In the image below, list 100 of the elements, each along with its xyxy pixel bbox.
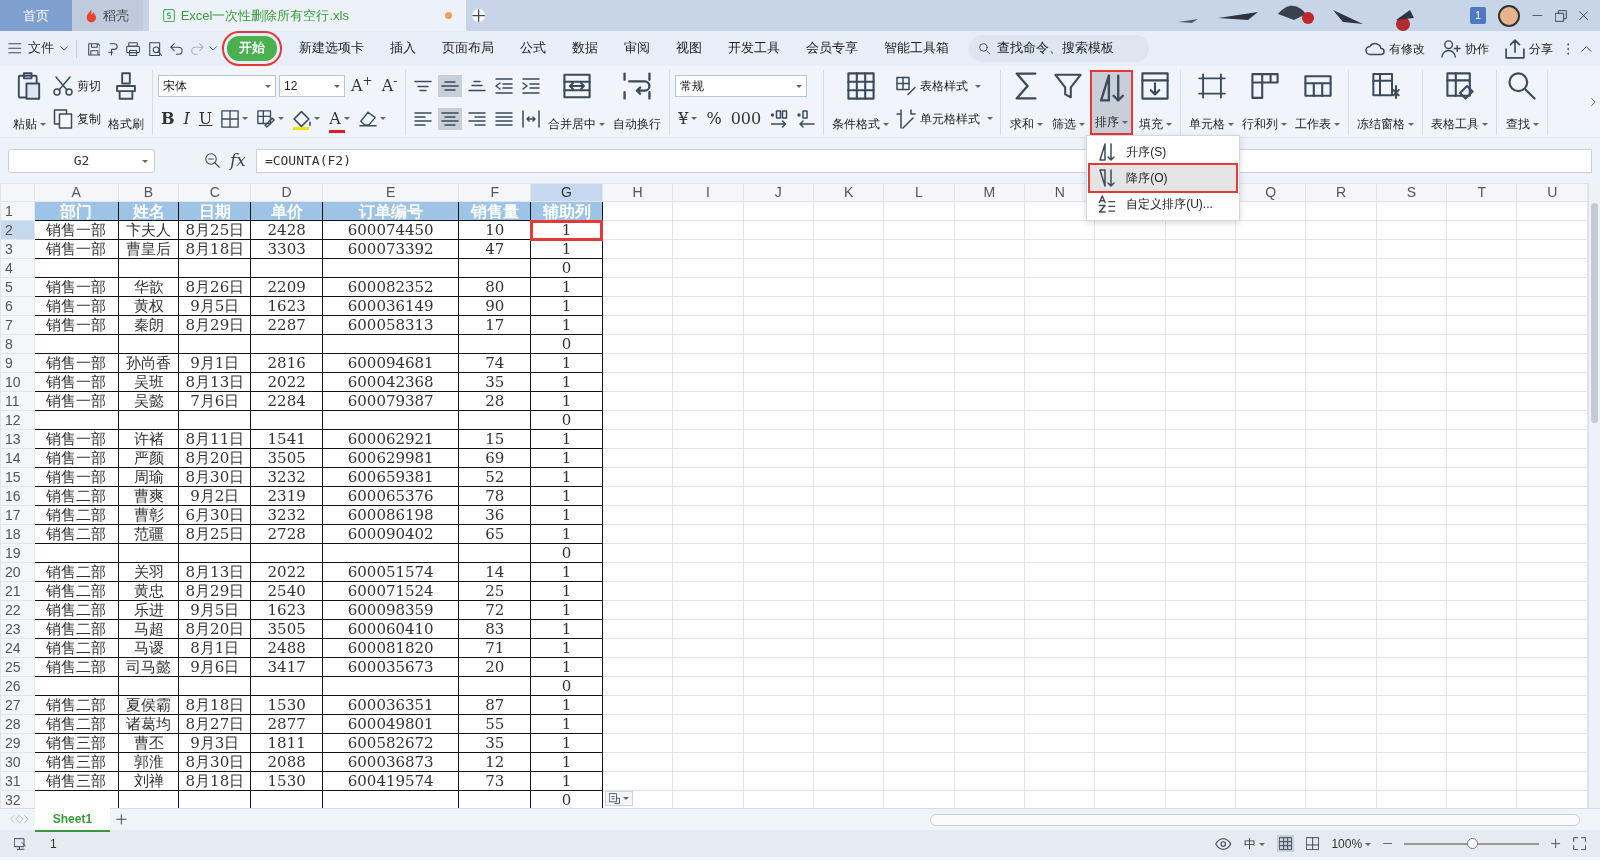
format-button[interactable]: B: [158, 104, 178, 133]
column-header[interactable]: D: [250, 183, 323, 202]
column-header[interactable]: U: [1516, 183, 1588, 202]
table-cell: 8月20日: [178, 619, 251, 639]
dropdown-field[interactable]: 常规: [675, 75, 808, 98]
table-cell: 83: [458, 619, 531, 639]
dropdown-field[interactable]: 宋体: [158, 75, 276, 98]
ribbon-button[interactable]: 单元格: [1186, 70, 1238, 135]
avatar[interactable]: [1498, 4, 1520, 27]
toolbar-button[interactable]: [438, 75, 463, 98]
format-button[interactable]: A$^{+}$: [348, 72, 376, 101]
window-tab[interactable]: 稻壳: [72, 0, 143, 31]
paste-icon: [15, 72, 43, 100]
format-button[interactable]: ¥: [675, 104, 701, 133]
paste-options-button[interactable]: [604, 791, 634, 807]
column-header[interactable]: A: [34, 183, 119, 202]
sheet-tab[interactable]: Sheet1: [34, 807, 111, 832]
ribbon-button[interactable]: 剪切: [51, 73, 103, 100]
normal-view-button[interactable]: [1276, 834, 1295, 853]
format-button[interactable]: A: [326, 104, 353, 133]
table-cell: 8月29日: [178, 581, 251, 601]
column-header[interactable]: L: [883, 183, 955, 202]
column-header[interactable]: F: [458, 183, 531, 202]
file-menu[interactable]: 文件: [27, 39, 54, 58]
table-cell: 1: [530, 353, 603, 373]
table-cell: 600036873: [322, 752, 459, 772]
column-header[interactable]: J: [743, 183, 814, 202]
table-cell: 2284: [250, 391, 323, 411]
ribbon-button[interactable]: 表格样式: [894, 73, 996, 100]
ribbon-button[interactable]: 冻结窗格: [1354, 70, 1418, 135]
dropdown-field[interactable]: 12: [279, 75, 345, 98]
toolbar-button[interactable]: [438, 107, 463, 130]
column-header[interactable]: K: [813, 183, 884, 202]
ribbon-tab[interactable]: 数据: [559, 36, 610, 61]
name-box[interactable]: G2: [8, 148, 155, 173]
ribbon-tab[interactable]: 新建选项卡: [286, 36, 376, 61]
ribbon-button[interactable]: 行和列: [1239, 70, 1291, 135]
table-cell: 3505: [250, 619, 323, 639]
notification-badge[interactable]: 1: [1469, 7, 1486, 24]
ribbon-tab[interactable]: 视图: [663, 36, 714, 61]
ribbon-tab[interactable]: 会员专享: [793, 36, 870, 61]
ribbon-button[interactable]: 排序: [1090, 70, 1134, 135]
ribbon-button[interactable]: 筛选: [1048, 70, 1089, 135]
slider-thumb[interactable]: [1466, 837, 1478, 849]
ribbon-tab[interactable]: 开发工具: [715, 36, 792, 61]
ribbon-button[interactable]: 合并居中: [545, 70, 609, 135]
previous-sheet-icon: [14, 815, 20, 824]
table-cell: 诸葛均: [118, 714, 179, 734]
close-icon: [1578, 10, 1588, 21]
ribbon-button[interactable]: 格式刷: [105, 70, 147, 135]
ribbon-button[interactable]: 复制: [51, 105, 103, 132]
column-header[interactable]: G: [530, 183, 603, 202]
first-sheet-icon: [10, 815, 15, 824]
ribbon-tab[interactable]: 页面布局: [429, 36, 506, 61]
column-header[interactable]: E: [322, 183, 459, 202]
search-field[interactable]: 查找命令、搜索模板: [968, 35, 1149, 62]
column-header[interactable]: M: [954, 183, 1025, 202]
column-header[interactable]: H: [602, 183, 673, 202]
menu-item[interactable]: 降序(O): [1090, 165, 1237, 191]
toolbar-button[interactable]: 有修改: [1362, 35, 1427, 62]
format-button[interactable]: 000: [727, 104, 765, 133]
toolbar-button[interactable]: 协作: [1438, 35, 1491, 62]
function-label[interactable]: fx: [230, 147, 246, 174]
horizontal-scrollbar[interactable]: [930, 813, 1580, 826]
filter-icon: [1054, 72, 1083, 100]
ribbon-button[interactable]: 工作表: [1292, 70, 1344, 135]
column-header[interactable]: R: [1305, 183, 1377, 202]
ribbon-tab[interactable]: 公式: [507, 36, 558, 61]
table-cell: 65: [458, 524, 531, 544]
column-header[interactable]: B: [118, 183, 179, 202]
format-button[interactable]: %: [703, 104, 725, 133]
ribbon-button[interactable]: 自动换行: [610, 70, 665, 135]
format-button[interactable]: I: [180, 104, 193, 133]
ribbon-button[interactable]: 求和: [1006, 70, 1047, 135]
table-cell: 35: [458, 372, 531, 392]
ribbon-button[interactable]: 填充: [1135, 70, 1176, 135]
format-button[interactable]: U: [195, 104, 216, 133]
ribbon-button[interactable]: 条件格式: [829, 70, 893, 135]
format-button[interactable]: A$^{-}$: [378, 72, 401, 101]
column-header[interactable]: S: [1376, 183, 1447, 202]
table-cell: 1: [530, 220, 603, 240]
table-cell: 1: [530, 277, 603, 297]
column-header[interactable]: T: [1446, 183, 1517, 202]
zoom-level-button[interactable]: 100%: [1331, 834, 1372, 853]
ribbon-button[interactable]: 单元格样式: [894, 105, 996, 132]
toolbar-button[interactable]: 分享: [1502, 35, 1555, 62]
table-cell: 销售一部: [34, 296, 119, 316]
column-header[interactable]: I: [672, 183, 744, 202]
ribbon-button[interactable]: 粘贴: [9, 70, 49, 135]
column-header[interactable]: C: [178, 183, 251, 202]
ribbon-tab[interactable]: 插入: [377, 36, 428, 61]
ribbon-button[interactable]: 表格工具: [1428, 70, 1492, 135]
input-mode-button[interactable]: 中: [1243, 834, 1265, 853]
ribbon-tab[interactable]: 审阅: [611, 36, 662, 61]
table-cell: 600419574: [322, 771, 459, 791]
table-cell: 1: [530, 657, 603, 677]
vertical-scrollbar[interactable]: [1588, 183, 1600, 808]
ribbon-button[interactable]: 查找: [1502, 70, 1543, 135]
ribbon-tab[interactable]: 智能工具箱: [871, 36, 961, 61]
table-cell: 1530: [250, 771, 323, 791]
